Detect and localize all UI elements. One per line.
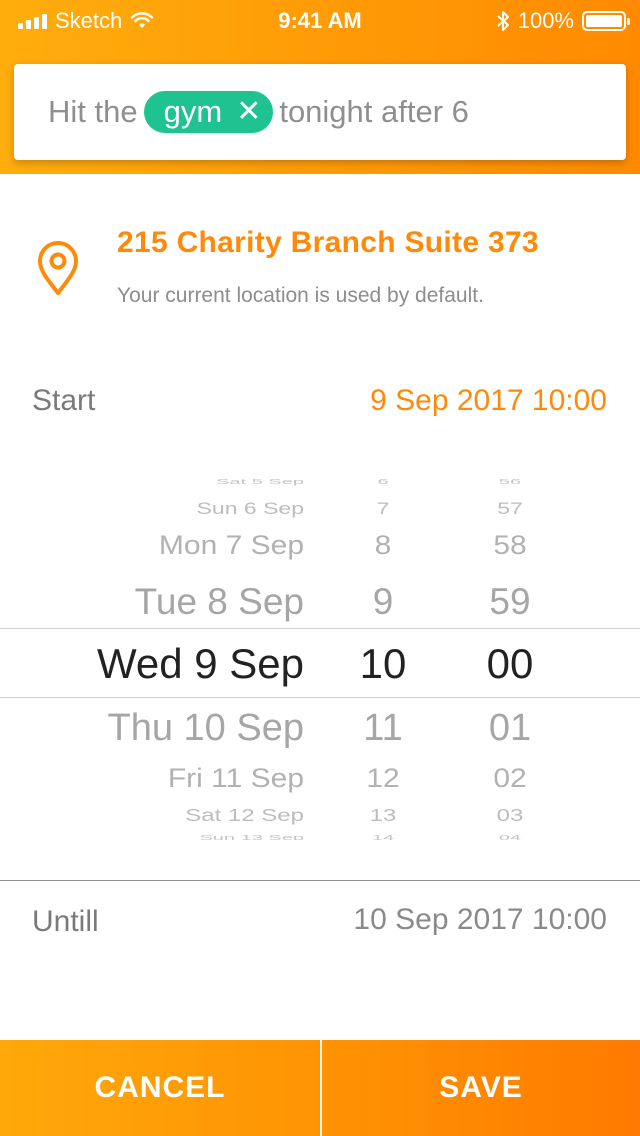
battery-icon — [582, 11, 630, 31]
picker-day-item[interactable]: Mon 7 Sep — [159, 532, 304, 560]
start-value[interactable]: 9 Sep 2017 10:00 — [370, 384, 607, 418]
picker-day-item[interactable]: Sat 12 Sep — [185, 807, 304, 824]
picker-hour-item[interactable]: 6 — [323, 479, 443, 486]
task-text-before: Hit the — [48, 94, 138, 129]
picker-hour-item[interactable]: 13 — [323, 807, 443, 824]
picker-minute-item[interactable]: 04 — [450, 835, 570, 841]
header: Sketch 9:41 AM 100% Hit the gym ✕ tonigh… — [0, 0, 640, 174]
picker-minute-item[interactable]: 00 — [450, 643, 570, 685]
picker-day-item[interactable]: Wed 9 Sep — [97, 643, 304, 685]
until-value[interactable]: 10 Sep 2017 10:00 — [353, 903, 607, 937]
picker-selection-bottom-line — [0, 697, 640, 698]
picker-hour-item[interactable]: 12 — [323, 765, 443, 793]
picker-minute-item[interactable]: 02 — [450, 765, 570, 793]
picker-hour-item[interactable]: 9 — [323, 583, 443, 620]
picker-hour-item[interactable]: 11 — [323, 709, 443, 747]
picker-minute-item[interactable]: 56 — [450, 479, 570, 486]
bluetooth-icon — [497, 11, 509, 31]
task-input[interactable]: Hit the gym ✕ tonight after 6 — [14, 64, 626, 160]
location-row[interactable]: 215 Charity Branch Suite 373 Your curren… — [0, 198, 640, 318]
picker-day-item[interactable]: Sat 5 Sep — [216, 479, 304, 486]
picker-minute-item[interactable]: 57 — [450, 499, 570, 517]
map-pin-icon — [38, 241, 78, 295]
picker-day-item[interactable]: Thu 10 Sep — [108, 709, 304, 747]
picker-hour-item[interactable]: 7 — [323, 499, 443, 517]
picker-minute-item[interactable]: 01 — [450, 709, 570, 747]
picker-hour-item[interactable]: 14 — [323, 835, 443, 841]
tag-label: gym — [163, 94, 223, 129]
status-bar: Sketch 9:41 AM 100% — [0, 0, 640, 42]
picker-minute-item[interactable]: 59 — [450, 583, 570, 620]
section-divider — [0, 880, 640, 881]
status-right: 100% — [496, 8, 630, 34]
start-label: Start — [32, 384, 96, 417]
picker-minute-item[interactable]: 03 — [450, 807, 570, 824]
picker-day-item[interactable]: Sun 13 Sep — [199, 835, 304, 841]
picker-hour-item[interactable]: 10 — [323, 643, 443, 685]
picker-day-item[interactable]: Tue 8 Sep — [135, 583, 304, 620]
location-note: Your current location is used by default… — [117, 284, 484, 307]
picker-minute-item[interactable]: 58 — [450, 532, 570, 560]
action-bar: CANCEL SAVE — [0, 1040, 640, 1136]
picker-day-item[interactable]: Fri 11 Sep — [168, 765, 304, 793]
picker-selection-top-line — [0, 628, 640, 629]
location-address: 215 Charity Branch Suite 373 — [117, 226, 539, 259]
battery-percent: 100% — [517, 8, 574, 33]
save-button[interactable]: SAVE — [322, 1040, 640, 1136]
cancel-button[interactable]: CANCEL — [0, 1040, 320, 1136]
task-text-after: tonight after 6 — [279, 94, 469, 129]
close-icon[interactable]: ✕ — [236, 97, 261, 127]
until-label: Untill — [32, 905, 99, 938]
picker-hour-item[interactable]: 8 — [323, 532, 443, 560]
date-time-picker[interactable]: Sat 5 Sep Sun 6 Sep Mon 7 Sep Tue 8 Sep Wed … — [0, 470, 640, 840]
picker-day-item[interactable]: Sun 6 Sep — [197, 499, 304, 517]
tag-chip[interactable]: gym ✕ — [143, 91, 274, 133]
